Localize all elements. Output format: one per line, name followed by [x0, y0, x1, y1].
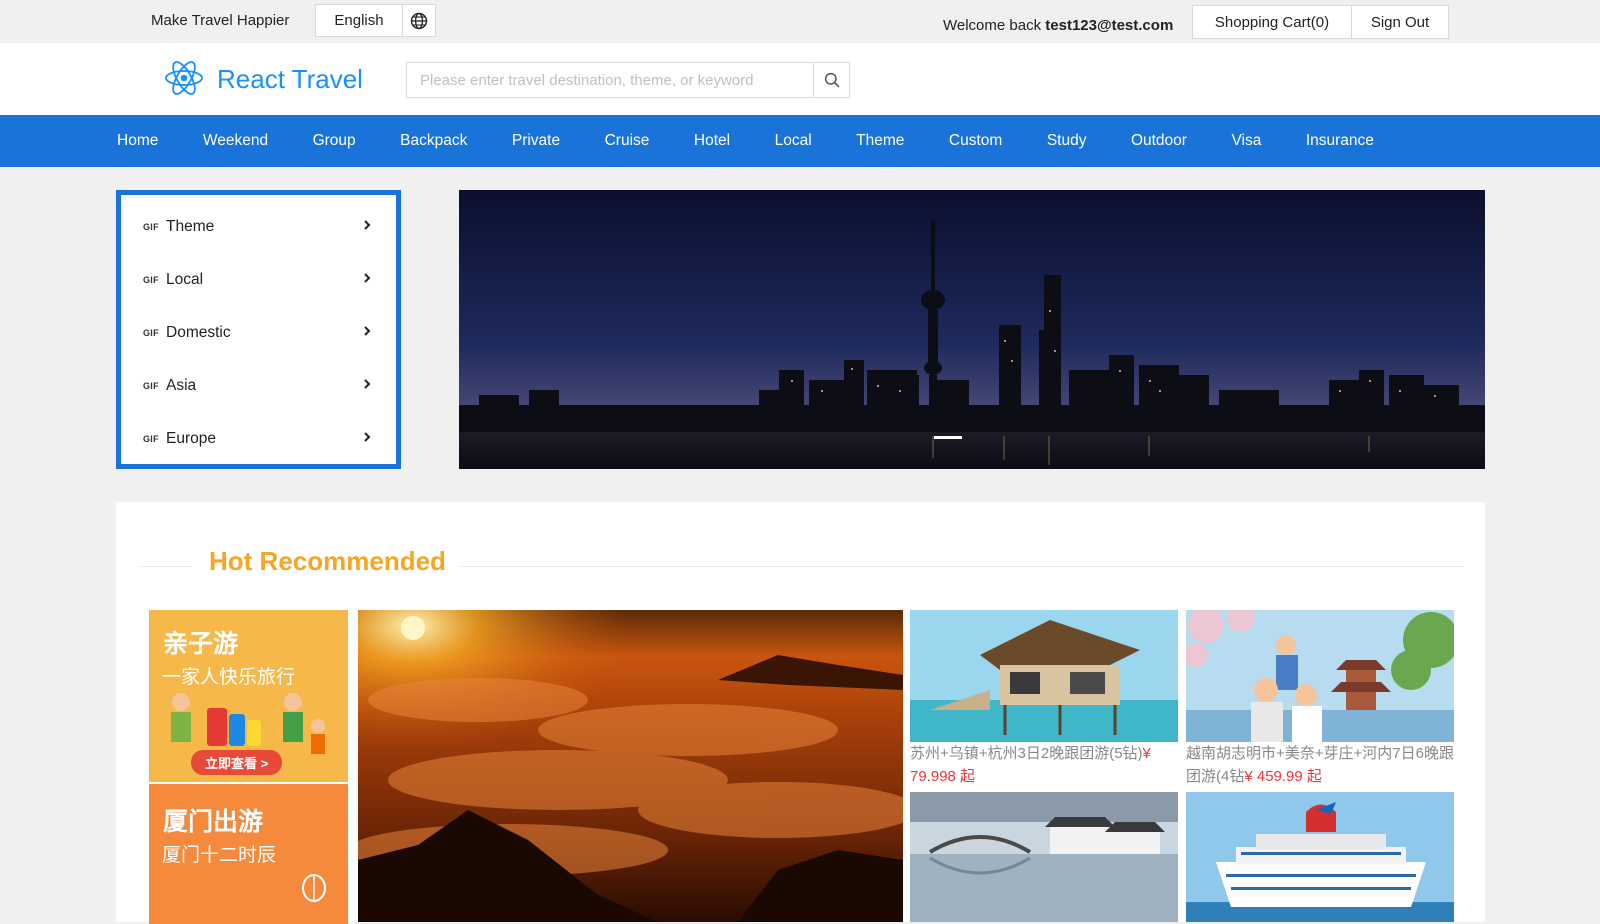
sign-out-button[interactable]: Sign Out	[1351, 5, 1449, 39]
divider	[139, 566, 191, 567]
promo-subtitle: 厦门十二时辰	[162, 845, 277, 866]
gif-badge: GIF	[143, 221, 159, 232]
menu-item-europe[interactable]: GIF Europe	[121, 412, 396, 465]
search-input[interactable]	[407, 63, 815, 97]
search-box	[406, 62, 850, 98]
menu-item-label: Domestic	[166, 323, 231, 341]
menu-item-domestic[interactable]: GIF Domestic	[121, 306, 396, 359]
promo-title: 亲子游	[163, 630, 239, 658]
search-button[interactable]	[813, 63, 849, 97]
hot-recommended-section: Hot Recommended 亲子游 一家人快乐旅行 立即查看 > 厦门出游 …	[116, 502, 1485, 924]
chevron-right-icon	[364, 379, 371, 389]
category-menu: GIF Theme GIF Local GIF Domestic GIF Asi…	[116, 190, 401, 469]
shopping-cart-button[interactable]: Shopping Cart(0)	[1192, 5, 1352, 39]
slogan: Make Travel Happier	[151, 12, 290, 29]
welcome-prefix: Welcome back	[943, 17, 1042, 34]
menu-item-asia[interactable]: GIF Asia	[121, 359, 396, 412]
menu-item-theme[interactable]: GIF Theme	[121, 200, 396, 253]
nav-item-home[interactable]: Home	[117, 132, 158, 150]
gif-badge: GIF	[143, 433, 159, 444]
nav-item-hotel[interactable]: Hotel	[694, 132, 730, 150]
nav-item-local[interactable]: Local	[775, 132, 812, 150]
product-card-image[interactable]	[910, 610, 1178, 742]
chevron-right-icon	[364, 220, 371, 230]
nav-item-weekend[interactable]: Weekend	[203, 132, 268, 150]
section-title: Hot Recommended	[209, 546, 446, 576]
nav-item-private[interactable]: Private	[512, 132, 560, 150]
language-toggle-button[interactable]	[402, 4, 436, 37]
chevron-right-icon	[364, 273, 371, 283]
banner-carousel[interactable]	[459, 190, 1485, 469]
search-icon	[824, 72, 839, 88]
nav-item-insurance[interactable]: Insurance	[1306, 132, 1374, 150]
product-card-image[interactable]	[910, 792, 1178, 922]
nav-item-backpack[interactable]: Backpack	[400, 132, 467, 150]
product-name: 苏州+乌镇+杭州3日2晚跟团游(5钻)	[910, 745, 1143, 762]
promo-family-trip[interactable]: 亲子游 一家人快乐旅行 立即查看 >	[149, 610, 348, 782]
divider	[460, 566, 1463, 567]
menu-item-label: Local	[166, 270, 204, 288]
menu-item-local[interactable]: GIF Local	[121, 253, 396, 306]
balloon-icon	[302, 874, 326, 902]
sea-of-clouds-image[interactable]	[358, 610, 903, 922]
chevron-right-icon	[364, 326, 371, 336]
promo-title: 厦门出游	[163, 808, 264, 836]
gif-badge: GIF	[143, 274, 159, 285]
city-skyline-image	[459, 190, 1485, 469]
username: test123@test.com	[1045, 17, 1174, 34]
product-caption[interactable]: 苏州+乌镇+杭州3日2晚跟团游(5钻)¥ 79.998 起	[910, 742, 1178, 788]
nav-item-custom[interactable]: Custom	[949, 132, 1002, 150]
nav-item-study[interactable]: Study	[1047, 132, 1087, 150]
promo-subtitle: 一家人快乐旅行	[162, 667, 296, 688]
main-nav: Home Weekend Group Backpack Private Crui…	[0, 115, 1600, 167]
menu-item-label: Europe	[166, 429, 216, 447]
water-villa-picture	[910, 610, 1178, 742]
nav-item-cruise[interactable]: Cruise	[605, 132, 650, 150]
menu-item-label: Theme	[166, 217, 215, 235]
header: React Travel	[0, 43, 1600, 115]
gif-badge: GIF	[143, 380, 159, 391]
top-bar: Make Travel Happier English Welcome back…	[0, 0, 1600, 43]
product-caption[interactable]: 越南胡志明市+美奈+芽庄+河内7日6晚跟团游(4钻¥ 459.99 起	[1186, 742, 1454, 788]
product-price: ¥ 459.99 起	[1244, 768, 1322, 785]
product-card-image[interactable]	[1186, 792, 1454, 922]
gif-badge: GIF	[143, 327, 159, 338]
promo-xiamen-trip[interactable]: 厦门出游 厦门十二时辰	[149, 784, 348, 924]
chevron-right-icon	[364, 432, 371, 442]
view-now-button[interactable]: 立即查看 >	[191, 750, 283, 775]
nav-item-outdoor[interactable]: Outdoor	[1131, 132, 1187, 150]
nav-item-theme[interactable]: Theme	[856, 132, 904, 150]
cruise-ship-picture	[1186, 792, 1454, 922]
language-dropdown[interactable]: English	[315, 4, 403, 37]
water-town-picture	[910, 792, 1178, 922]
welcome-text: Welcome back test123@test.com	[943, 17, 1173, 34]
brand-name[interactable]: React Travel	[217, 64, 363, 95]
globe-icon	[410, 12, 428, 29]
family-pagoda-picture	[1186, 610, 1454, 742]
nav-item-visa[interactable]: Visa	[1231, 132, 1261, 150]
menu-item-label: Asia	[166, 376, 197, 394]
product-card-image[interactable]	[1186, 610, 1454, 742]
nav-item-group[interactable]: Group	[313, 132, 356, 150]
react-logo-icon[interactable]	[163, 57, 205, 99]
sunrise-clouds-picture	[358, 610, 903, 922]
